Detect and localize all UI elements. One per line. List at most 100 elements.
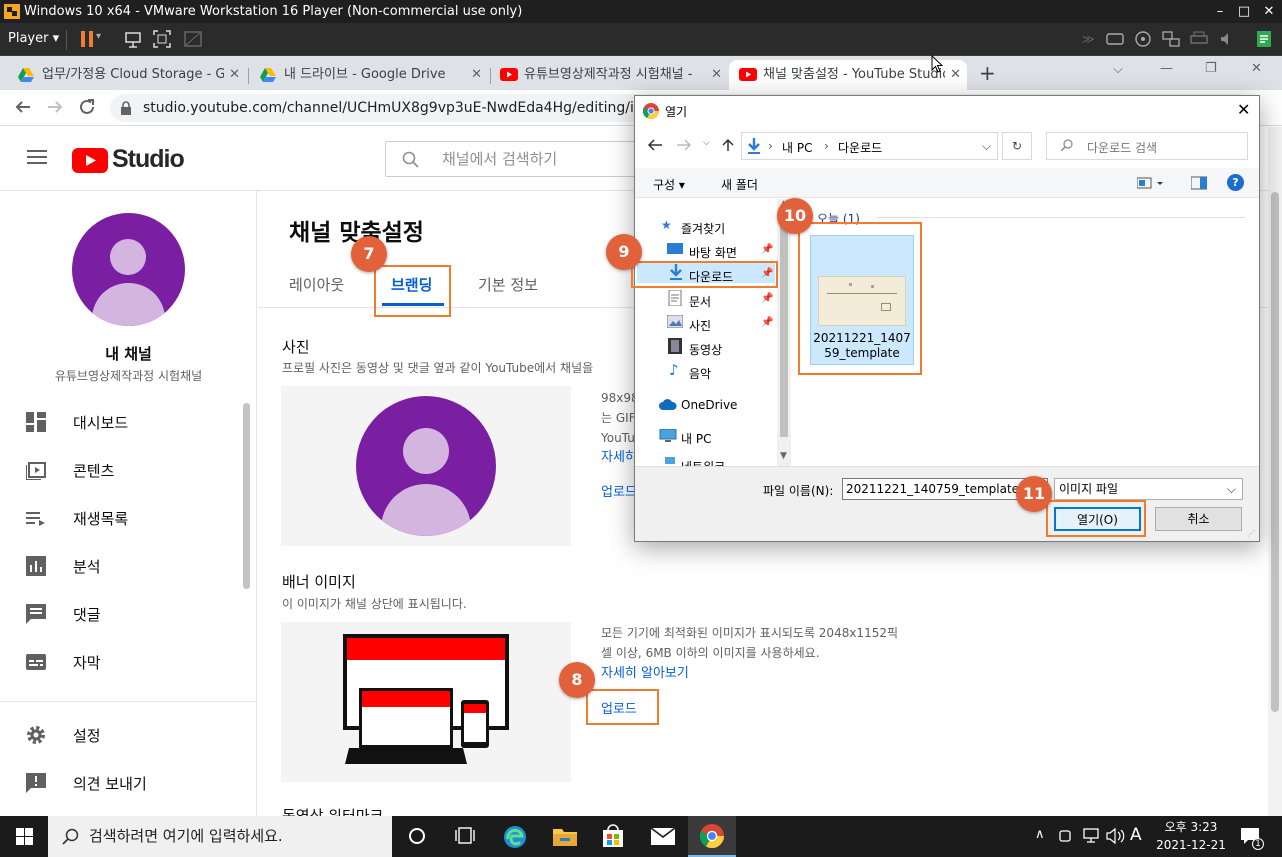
tab-basic-info[interactable]: 기본 정보 [478, 274, 538, 295]
taskbar-clock[interactable]: 오후 3:23 2021-12-21 [1150, 818, 1232, 854]
printer-icon[interactable] [1190, 31, 1208, 47]
tab-close-icon[interactable]: ✕ [471, 60, 482, 90]
sidebar-item-comments[interactable]: 댓글 [0, 590, 240, 638]
tree-desktop[interactable]: 바탕 화면 [689, 244, 737, 261]
pause-icon[interactable] [80, 31, 94, 47]
close-icon[interactable]: ✕ [1256, 0, 1282, 23]
cd-icon[interactable] [1135, 31, 1151, 47]
task-view-icon[interactable] [455, 827, 475, 845]
view-options-icon[interactable] [1137, 176, 1165, 190]
sidebar-item-feedback[interactable]: 의견 보내기 [0, 759, 240, 807]
sidebar-item-playlists[interactable]: 재생목록 [0, 494, 240, 542]
cortana-icon[interactable] [408, 827, 426, 845]
dialog-address-bar[interactable]: › 내 PC › 다운로드 ⌵ [741, 132, 998, 160]
network-adapter-icon[interactable] [1162, 31, 1180, 47]
banner-learn-more-link[interactable]: 자세히 알아보기 [601, 662, 689, 681]
resize-grip-icon[interactable]: ⋰ [1247, 529, 1255, 538]
recent-locations-icon[interactable]: ⌵ [703, 138, 710, 148]
fullscreen-icon[interactable] [153, 30, 171, 48]
file-explorer-icon[interactable] [553, 826, 577, 846]
ime-indicator[interactable]: A [1130, 825, 1142, 845]
send-ctrl-alt-del-icon[interactable] [124, 30, 142, 48]
tree-documents[interactable]: 문서 [689, 293, 711, 310]
nav-pane-scrollbar[interactable]: ▲ ▼ [777, 199, 791, 466]
back-icon[interactable] [14, 98, 32, 116]
tab-search-icon[interactable]: ⌵ [1113, 62, 1123, 77]
windows-start-icon[interactable] [16, 828, 33, 845]
pause-dropdown-icon[interactable]: ▾ [96, 31, 101, 42]
tree-this-pc[interactable]: 내 PC [681, 430, 711, 447]
sidebar-scrollbar[interactable] [243, 403, 250, 589]
help-icon[interactable]: ? [1227, 174, 1244, 191]
sidebar-item-dashboard[interactable]: 대시보드 [0, 398, 240, 446]
banner-preview [281, 622, 571, 782]
browser-restore-icon[interactable]: ❐ [1205, 61, 1217, 76]
more-devices-icon[interactable]: ≫ [1082, 32, 1095, 46]
forward-icon[interactable] [46, 98, 64, 116]
sidebar-item-settings[interactable]: 설정 [0, 711, 240, 759]
browser-minimize-icon[interactable]: — [1160, 61, 1173, 76]
sound-icon[interactable] [1219, 31, 1237, 47]
taskbar-search-input[interactable]: 검색하려면 여기에 입력하세요. [48, 816, 392, 857]
dialog-close-icon[interactable]: ✕ [1237, 100, 1250, 119]
dialog-forward-icon[interactable] [676, 138, 692, 152]
tab-layout[interactable]: 레이아웃 [289, 274, 344, 295]
photo-upload-button[interactable]: 업로드 [601, 481, 637, 500]
tree-videos[interactable]: 동영상 [689, 341, 722, 358]
tree-pictures[interactable]: 사진 [689, 317, 711, 334]
dialog-search-input[interactable]: 다운로드 검색 [1046, 132, 1248, 160]
show-hidden-icons-icon[interactable]: ∧ [1035, 827, 1045, 842]
watermark-heading: 동영상 워터마크 [282, 807, 384, 816]
hard-disk-icon[interactable] [1106, 31, 1124, 47]
filetype-select[interactable]: 이미지 파일 ⌵ [1054, 478, 1243, 500]
studio-logo-text: Studio [112, 145, 185, 173]
lock-icon[interactable] [120, 101, 132, 115]
preview-pane-icon[interactable] [1191, 176, 1207, 190]
new-folder-button[interactable]: 새 폴더 [721, 176, 758, 193]
tree-music[interactable]: 음악 [689, 365, 711, 382]
breadcrumb-downloads[interactable]: 다운로드 [838, 139, 882, 156]
taskbar-chrome-button[interactable] [688, 816, 736, 857]
sidebar-item-label: 자막 [73, 654, 101, 672]
meet-now-icon[interactable] [1058, 828, 1074, 844]
address-dropdown-icon[interactable]: ⌵ [982, 139, 991, 154]
page-scrollbar[interactable] [1268, 127, 1282, 816]
sidebar-item-subtitles[interactable]: 자막 [0, 638, 240, 686]
mail-icon[interactable] [651, 828, 675, 845]
maximize-icon[interactable]: □ [1231, 0, 1257, 23]
minimize-icon[interactable]: – [1207, 0, 1233, 23]
tree-favorites[interactable]: 즐겨찾기 [681, 220, 725, 237]
reload-icon[interactable] [78, 98, 96, 116]
tree-onedrive[interactable]: OneDrive [681, 398, 737, 412]
dialog-refresh-icon[interactable]: ↻ [1002, 132, 1032, 160]
sidebar-item-content[interactable]: 콘텐츠 [0, 446, 240, 494]
new-tab-icon[interactable]: + [979, 61, 996, 85]
tab-cloud-storage[interactable]: 업무/가정용 Cloud Storage - Go ✕ [8, 60, 246, 90]
dialog-back-icon[interactable] [647, 138, 663, 152]
file-pane-scrollbar[interactable] [1245, 199, 1259, 466]
tab-close-icon[interactable]: ✕ [950, 60, 961, 90]
hamburger-menu-icon[interactable] [27, 149, 47, 165]
playlist-icon [26, 508, 46, 528]
dialog-up-icon[interactable] [721, 138, 735, 152]
breadcrumb-this-pc[interactable]: 내 PC [782, 139, 812, 156]
photo-learn-more-link[interactable]: 자세히 [601, 446, 637, 465]
volume-icon[interactable] [1106, 828, 1126, 844]
tab-close-icon[interactable]: ✕ [229, 60, 240, 90]
sidebar-item-analytics[interactable]: 분석 [0, 542, 240, 590]
network-status-icon[interactable] [1083, 828, 1101, 844]
message-log-icon[interactable] [1255, 30, 1273, 48]
unity-icon[interactable] [184, 30, 202, 48]
edge-icon[interactable] [503, 825, 527, 849]
tab-youtube-channel[interactable]: 유튜브영상제작과정 시험채널 - ✕ [490, 60, 728, 90]
player-menu[interactable]: Player ▾ [8, 31, 59, 46]
organize-button[interactable]: 구성 ▾ [653, 176, 685, 193]
cancel-button[interactable]: 취소 [1155, 507, 1242, 531]
search-icon [62, 828, 79, 845]
tab-google-drive[interactable]: 내 드라이브 - Google Drive ✕ [250, 60, 488, 90]
tab-close-icon[interactable]: ✕ [711, 60, 722, 90]
sidebar-item-label: 대시보드 [73, 414, 129, 432]
channel-avatar[interactable] [72, 213, 185, 326]
browser-close-icon[interactable]: ✕ [1251, 61, 1262, 76]
microsoft-store-icon[interactable] [602, 824, 624, 848]
